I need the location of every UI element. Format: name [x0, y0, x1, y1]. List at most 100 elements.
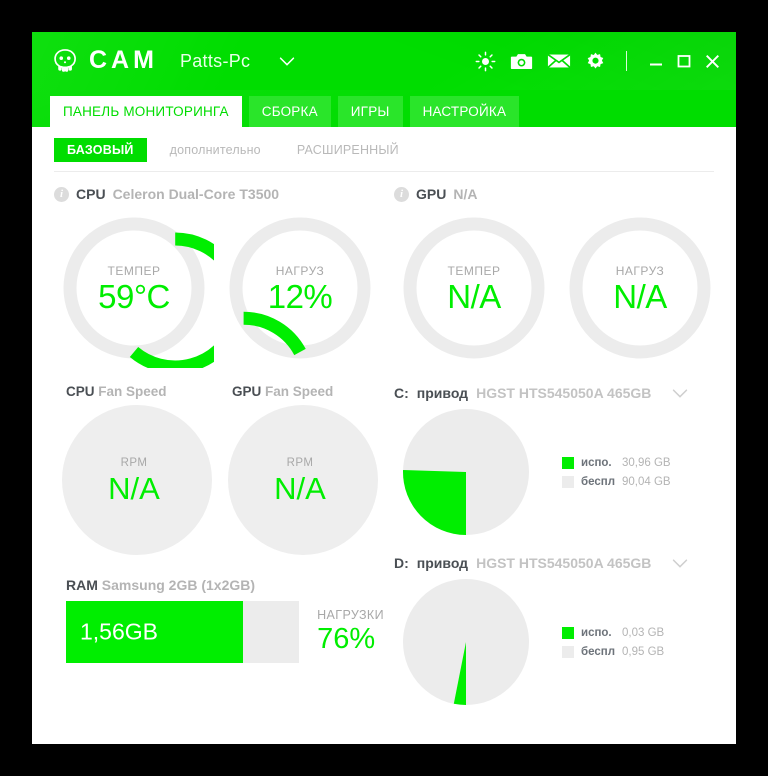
- drive-c-letter: C:: [394, 385, 409, 401]
- cpu-fan-header: CPU Fan Speed: [54, 384, 214, 399]
- main-tab-bar: ПАНЕЛЬ МОНИТОРИНГА СБОРКА ИГРЫ НАСТРОЙКА: [32, 90, 736, 127]
- legend-value-free: 0,95 GB: [622, 645, 665, 658]
- cpu-temp-value: 59°C: [98, 278, 170, 315]
- chevron-down-icon[interactable]: [669, 552, 691, 574]
- left-column: i CPU Celeron Dual-Core T3500 ТЕМПЕР 59°…: [54, 172, 384, 708]
- app-brand: CAM: [50, 46, 158, 76]
- drive-d-model: HGST HTS545050A 465GB: [476, 555, 652, 571]
- legend-label-used: испо.: [581, 626, 612, 639]
- legend-label-used: испо.: [581, 456, 612, 469]
- drive-c-body: испо. 30,96 GB беспл 90,04 GB: [394, 406, 720, 538]
- ram-amount: 1,56GB: [80, 618, 158, 645]
- cpu-temp-gauge: ТЕМПЕР 59°C: [54, 208, 214, 368]
- legend-swatch-free: [562, 645, 574, 658]
- legend-item: беспл 90,04 GB: [562, 475, 671, 488]
- camera-icon[interactable]: [510, 51, 533, 72]
- ram-model: Samsung 2GB (1x2GB): [101, 577, 256, 593]
- ram-usage-row: 1,56GB НАГРУЗКИ 76%: [66, 601, 384, 663]
- cam-application-window: CAM Patts-Pc ПАНЕЛЬ МОНИТОРИНГА СБОРКА И…: [32, 32, 736, 744]
- subtab-basic[interactable]: БАЗОВЫЙ: [54, 138, 147, 162]
- legend-value-free: 90,04 GB: [622, 475, 671, 488]
- gpu-fan-gauge: RPM N/A: [220, 405, 380, 561]
- titlebar-divider: [626, 51, 627, 71]
- drive-c-pie-chart: [403, 409, 529, 535]
- tab-games[interactable]: ИГРЫ: [337, 96, 403, 127]
- gpu-temp-label: ТЕМПЕР: [447, 264, 501, 278]
- mail-icon[interactable]: [547, 52, 571, 70]
- cpu-load-gauge: НАГРУЗ 12%: [220, 208, 380, 368]
- skull-icon: [54, 49, 76, 72]
- title-bar: CAM Patts-Pc: [32, 32, 736, 90]
- drive-d-pie: [394, 576, 544, 708]
- drive-d-pie-chart: [403, 579, 529, 705]
- dashboard-content: БАЗОВЫЙ дополнительно РАСШИРЕННЫЙ i CPU …: [32, 127, 736, 744]
- pc-name: Patts-Pc: [179, 50, 251, 71]
- legend-item: испо. 0,03 GB: [562, 626, 665, 639]
- tab-settings[interactable]: НАСТРОЙКА: [409, 96, 520, 127]
- gpu-load-gauge: НАГРУЗ N/A: [560, 208, 720, 368]
- gpu-fan-key: GPU: [232, 384, 262, 399]
- legend-swatch-used: [562, 456, 574, 469]
- brightness-icon[interactable]: [475, 51, 496, 72]
- ram-load-info: НАГРУЗКИ 76%: [317, 601, 384, 663]
- ram-load-label: НАГРУЗКИ: [317, 608, 384, 622]
- drive-c-kind: привод: [416, 385, 469, 401]
- drive-d-legend: испо. 0,03 GB беспл 0,95 GB: [562, 626, 665, 658]
- gpu-fan-label: RPM: [286, 457, 314, 469]
- right-column: i GPU N/A ТЕМПЕР N/A НАГРУЗ N/A C: приво…: [394, 172, 720, 708]
- close-button[interactable]: [703, 52, 722, 71]
- gpu-temp-value: N/A: [447, 278, 501, 315]
- gpu-label: GPU: [416, 186, 447, 202]
- gpu-fan-value: N/A: [274, 471, 326, 506]
- gpu-load-value: N/A: [613, 278, 667, 315]
- cpu-load-value: 12%: [267, 278, 333, 315]
- ram-section: RAM Samsung 2GB (1x2GB) 1,56GB НАГРУЗКИ …: [54, 577, 384, 663]
- gpu-fan-header: GPU Fan Speed: [220, 384, 380, 399]
- legend-value-used: 30,96 GB: [622, 456, 671, 469]
- tab-dashboard[interactable]: ПАНЕЛЬ МОНИТОРИНГА: [50, 96, 242, 127]
- gpu-gauges: ТЕМПЕР N/A НАГРУЗ N/A: [394, 208, 720, 368]
- legend-label-free: беспл: [581, 475, 615, 488]
- info-icon[interactable]: i: [394, 186, 409, 202]
- legend-swatch-free: [562, 475, 574, 488]
- ram-label: RAM: [66, 577, 98, 593]
- fan-gauges: RPM N/A RPM N/A: [54, 405, 384, 561]
- drive-c-legend: испо. 30,96 GB беспл 90,04 GB: [562, 456, 671, 488]
- cpu-gauges: ТЕМПЕР 59°C НАГРУЗ 12%: [54, 208, 384, 368]
- cpu-fan-title: Fan Speed: [98, 384, 167, 399]
- chevron-down-icon[interactable]: [669, 382, 691, 404]
- drive-d-body: испо. 0,03 GB беспл 0,95 GB: [394, 576, 720, 708]
- maximize-button[interactable]: [675, 52, 693, 70]
- cpu-label: CPU: [76, 186, 106, 202]
- drive-c-header: C: привод HGST HTS545050A 465GB: [394, 368, 720, 404]
- legend-item: беспл 0,95 GB: [562, 645, 665, 658]
- drive-d-kind: привод: [416, 555, 469, 571]
- legend-value-used: 0,03 GB: [622, 626, 665, 639]
- drive-c-pie: [394, 406, 544, 538]
- cpu-fan-key: CPU: [66, 384, 95, 399]
- subtab-extended[interactable]: РАСШИРЕННЫЙ: [284, 138, 412, 162]
- minimize-button[interactable]: [647, 52, 665, 70]
- gear-icon[interactable]: [585, 51, 606, 72]
- cpu-model: Celeron Dual-Core T3500: [112, 186, 280, 202]
- cpu-load-label: НАГРУЗ: [275, 264, 325, 278]
- subtab-advanced[interactable]: дополнительно: [157, 138, 274, 162]
- sub-tab-bar: БАЗОВЫЙ дополнительно РАСШИРЕННЫЙ: [54, 127, 714, 172]
- gpu-temp-gauge: ТЕМПЕР N/A: [394, 208, 554, 368]
- tab-build[interactable]: СБОРКА: [248, 96, 331, 127]
- legend-swatch-used: [562, 626, 574, 639]
- cpu-fan-label: RPM: [120, 457, 148, 469]
- app-name: CAM: [89, 45, 158, 74]
- drive-c-model: HGST HTS545050A 465GB: [476, 385, 652, 401]
- ram-load-value: 76%: [317, 623, 376, 655]
- ram-header: RAM Samsung 2GB (1x2GB): [66, 577, 384, 593]
- legend-item: испо. 30,96 GB: [562, 456, 671, 469]
- ram-usage-bar: 1,56GB: [66, 601, 300, 663]
- info-icon[interactable]: i: [54, 186, 69, 202]
- window-controls: [647, 52, 722, 71]
- chevron-down-icon[interactable]: [276, 50, 298, 72]
- gpu-model: N/A: [453, 186, 478, 202]
- drive-d-letter: D:: [394, 555, 409, 571]
- drive-d-header: D: привод HGST HTS545050A 465GB: [394, 538, 720, 574]
- cpu-temp-label: ТЕМПЕР: [107, 264, 161, 278]
